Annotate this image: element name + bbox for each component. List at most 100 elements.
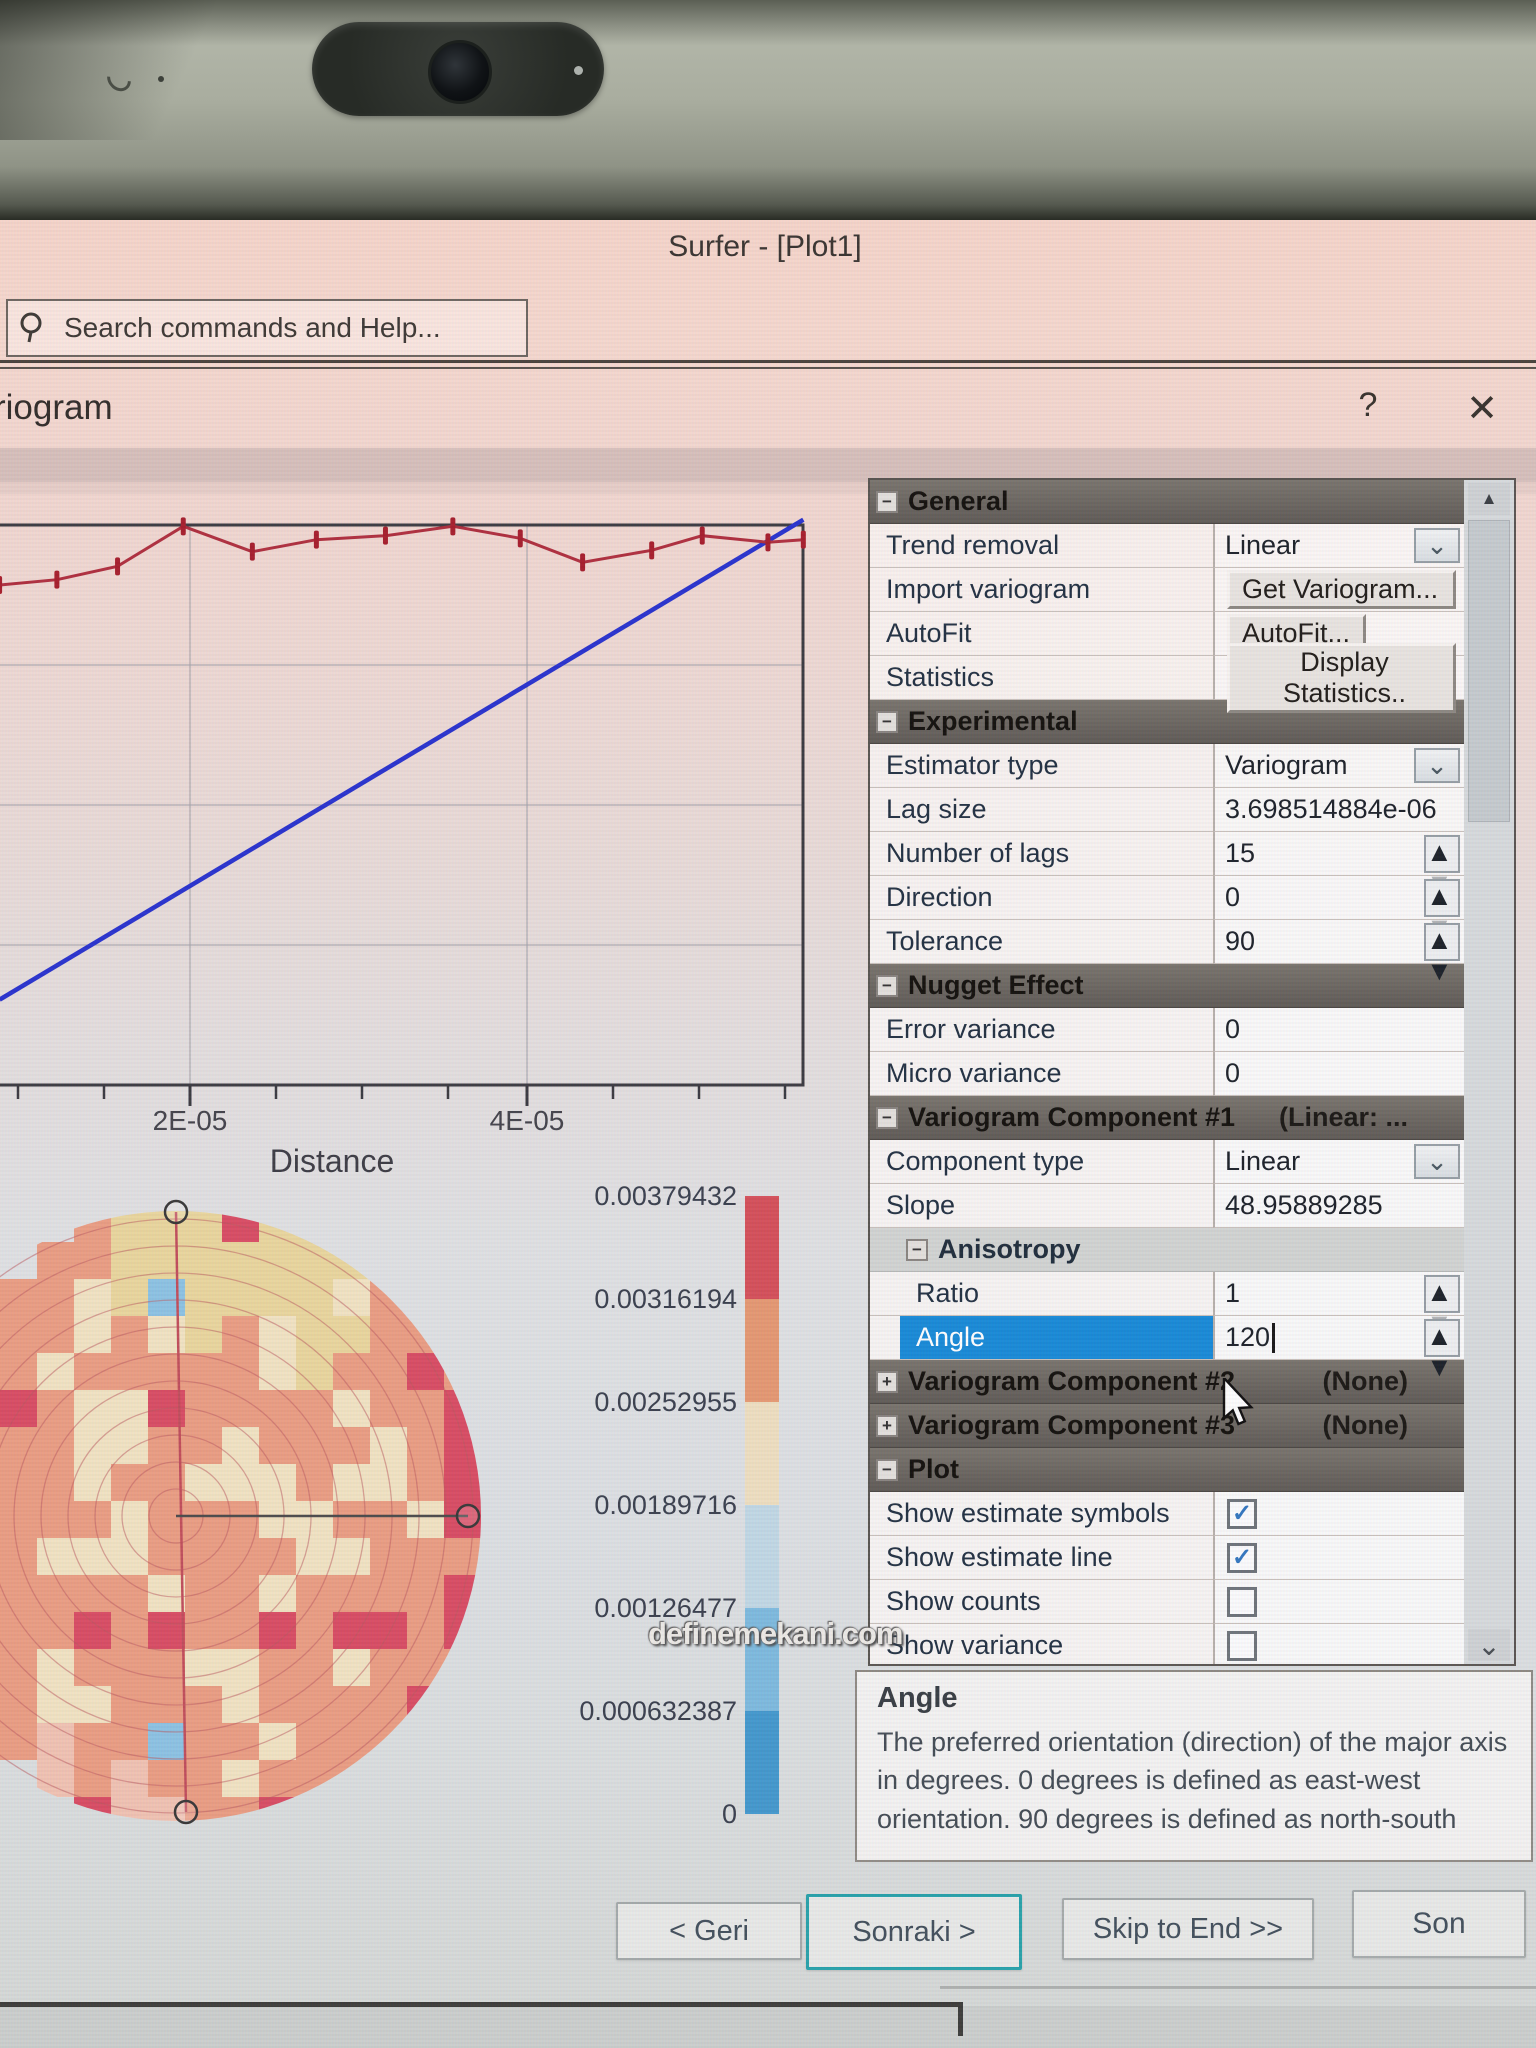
property-label-cell[interactable]: Show variance bbox=[870, 1624, 1213, 1666]
property-grid-scrollbar[interactable]: ▲ ⌄ bbox=[1464, 478, 1516, 1666]
grid-subsection-header[interactable]: −Anisotropy bbox=[870, 1228, 1464, 1272]
expand-icon[interactable]: − bbox=[876, 1107, 898, 1129]
action-button[interactable]: Display Statistics.. bbox=[1227, 643, 1456, 713]
grid-section-header[interactable]: −Nugget Effect bbox=[870, 964, 1464, 1008]
property-value-cell[interactable] bbox=[1213, 1580, 1464, 1624]
window-bottom-border bbox=[0, 2002, 962, 2007]
skip-to-end-button[interactable]: Skip to End >> bbox=[1062, 1898, 1314, 1960]
expand-icon[interactable]: − bbox=[876, 975, 898, 997]
spinner-up-icon[interactable]: ▲ bbox=[1426, 1277, 1458, 1308]
help-body: The preferred orientation (direction) of… bbox=[877, 1723, 1511, 1838]
property-label-cell[interactable]: Statistics bbox=[870, 656, 1213, 700]
spinner[interactable]: ▲▼ bbox=[1424, 1319, 1460, 1357]
scrollbar-thumb[interactable] bbox=[1468, 520, 1510, 822]
spinner-up-icon[interactable]: ▲ bbox=[1426, 1321, 1458, 1352]
expand-icon[interactable]: − bbox=[876, 711, 898, 733]
property-value-cell[interactable] bbox=[1213, 1624, 1464, 1666]
window-bottom-border bbox=[958, 2002, 963, 2036]
property-value-cell[interactable]: Linear⌄ bbox=[1213, 1140, 1464, 1184]
property-value-cell[interactable]: 1▲▼ bbox=[1213, 1272, 1464, 1316]
spinner-up-icon[interactable]: ▲ bbox=[1426, 925, 1458, 956]
search-icon bbox=[14, 308, 54, 348]
spinner[interactable]: ▲▼ bbox=[1424, 879, 1460, 917]
grid-section-header[interactable]: +Variogram Component #3(None) bbox=[870, 1404, 1464, 1448]
search-input[interactable]: Search commands and Help... bbox=[6, 299, 528, 357]
property-label-cell[interactable]: Ratio bbox=[870, 1272, 1213, 1316]
spinner-up-icon[interactable]: ▲ bbox=[1426, 837, 1458, 868]
scroll-up-icon[interactable]: ▲ bbox=[1468, 483, 1510, 515]
indent-spacer bbox=[870, 1316, 900, 1359]
action-button[interactable]: Get Variogram... bbox=[1227, 570, 1456, 609]
property-label: Show variance bbox=[870, 1624, 1213, 1666]
property-row: Micro variance0 bbox=[870, 1052, 1464, 1096]
property-label: Component type bbox=[870, 1140, 1213, 1183]
property-label-cell[interactable]: Trend removal bbox=[870, 524, 1213, 568]
property-value-cell[interactable]: 90▲▼ bbox=[1213, 920, 1464, 964]
property-label-cell[interactable]: Number of lags bbox=[870, 832, 1213, 876]
property-label-cell[interactable]: Tolerance bbox=[870, 920, 1213, 964]
dialog-close-icon[interactable]: ✕ bbox=[1458, 386, 1506, 434]
property-value-cell[interactable]: Linear⌄ bbox=[1213, 524, 1464, 568]
expand-icon[interactable]: − bbox=[906, 1239, 928, 1261]
expand-icon[interactable]: + bbox=[876, 1415, 898, 1437]
spinner[interactable]: ▲▼ bbox=[1424, 835, 1460, 873]
property-value-cell[interactable]: 48.95889285 bbox=[1213, 1184, 1464, 1228]
property-label-cell[interactable]: AutoFit bbox=[870, 612, 1213, 656]
property-value-cell[interactable]: ✓ bbox=[1213, 1492, 1464, 1536]
search-placeholder: Search commands and Help... bbox=[64, 312, 441, 344]
property-value-cell[interactable]: 15▲▼ bbox=[1213, 832, 1464, 876]
dropdown-button[interactable]: ⌄ bbox=[1414, 748, 1460, 783]
property-row: Angle120▲▼ bbox=[870, 1316, 1464, 1360]
spinner-down-icon[interactable]: ▼ bbox=[1426, 1352, 1458, 1383]
property-label: Ratio bbox=[900, 1272, 1213, 1315]
property-label-cell[interactable]: Show estimate symbols bbox=[870, 1492, 1213, 1536]
checkbox[interactable]: ✓ bbox=[1227, 1499, 1257, 1529]
dropdown-button[interactable]: ⌄ bbox=[1414, 1144, 1460, 1179]
property-value-cell[interactable]: Variogram⌄ bbox=[1213, 744, 1464, 788]
ribbon-separator bbox=[0, 360, 1536, 369]
property-label-cell[interactable]: Show estimate line bbox=[870, 1536, 1213, 1580]
property-label-cell[interactable]: Component type bbox=[870, 1140, 1213, 1184]
spinner[interactable]: ▲▼ bbox=[1424, 1275, 1460, 1313]
property-value-cell[interactable]: Display Statistics.. bbox=[1213, 656, 1464, 700]
grid-section-header[interactable]: +Variogram Component #2(None) bbox=[870, 1360, 1464, 1404]
checkbox[interactable] bbox=[1227, 1587, 1257, 1617]
grid-section-header[interactable]: −General bbox=[870, 480, 1464, 524]
dropdown-button[interactable]: ⌄ bbox=[1414, 528, 1460, 563]
property-label-cell[interactable]: Micro variance bbox=[870, 1052, 1213, 1096]
expand-icon[interactable]: − bbox=[876, 491, 898, 513]
property-label-cell[interactable]: Show counts bbox=[870, 1580, 1213, 1624]
property-label-cell[interactable]: Lag size bbox=[870, 788, 1213, 832]
property-value-cell[interactable]: 0 bbox=[1213, 1008, 1464, 1052]
property-label: Show estimate line bbox=[870, 1536, 1213, 1579]
expand-icon[interactable]: − bbox=[876, 1459, 898, 1481]
spinner-up-icon[interactable]: ▲ bbox=[1426, 881, 1458, 912]
property-grid: −GeneralTrend removalLinear⌄Import vario… bbox=[868, 478, 1466, 1666]
spinner-down-icon[interactable]: ▼ bbox=[1426, 956, 1458, 987]
property-value: 0 bbox=[1225, 882, 1240, 913]
checkbox[interactable] bbox=[1227, 1631, 1257, 1661]
property-label-cell[interactable]: Direction bbox=[870, 876, 1213, 920]
grid-section-header[interactable]: −Plot bbox=[870, 1448, 1464, 1492]
property-value-cell[interactable]: 3.698514884e-06 bbox=[1213, 788, 1464, 832]
checkbox[interactable]: ✓ bbox=[1227, 1543, 1257, 1573]
property-value-cell[interactable]: ✓ bbox=[1213, 1536, 1464, 1580]
scroll-down-icon[interactable]: ⌄ bbox=[1468, 1629, 1510, 1661]
property-label-cell[interactable]: Angle bbox=[870, 1316, 1213, 1360]
dialog-help-button[interactable]: ? bbox=[1346, 386, 1390, 430]
finish-button[interactable]: Son bbox=[1352, 1890, 1526, 1958]
property-label-cell[interactable]: Slope bbox=[870, 1184, 1213, 1228]
property-value-cell[interactable]: 120▲▼ bbox=[1213, 1316, 1464, 1360]
property-label-cell[interactable]: Error variance bbox=[870, 1008, 1213, 1052]
property-value-cell[interactable]: 0 bbox=[1213, 1052, 1464, 1096]
next-button[interactable]: Sonraki > bbox=[806, 1894, 1022, 1970]
window-edge bbox=[940, 1986, 1536, 1989]
property-value-cell[interactable]: Get Variogram... bbox=[1213, 568, 1464, 612]
property-value-cell[interactable]: 0 ▲▼ bbox=[1213, 876, 1464, 920]
property-label-cell[interactable]: Import variogram bbox=[870, 568, 1213, 612]
property-label-cell[interactable]: Estimator type bbox=[870, 744, 1213, 788]
spinner[interactable]: ▲▼ bbox=[1424, 923, 1460, 961]
grid-section-header[interactable]: −Variogram Component #1(Linear: ... bbox=[870, 1096, 1464, 1140]
expand-icon[interactable]: + bbox=[876, 1371, 898, 1393]
back-button[interactable]: < Geri bbox=[616, 1902, 802, 1960]
